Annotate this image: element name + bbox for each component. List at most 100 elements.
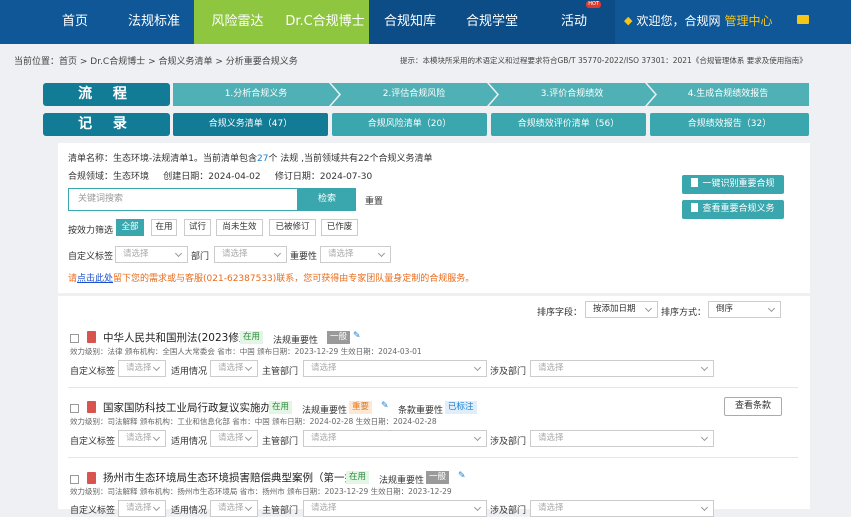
filter-revised[interactable]: 已被修订 <box>269 219 316 236</box>
filter-trial[interactable]: 试行 <box>184 219 211 236</box>
top-nav: 首页 法规标准 风险雷达 Dr.C合规博士 合规知库 合规学堂 活动 HOT ◆… <box>0 0 851 44</box>
list-info-prefix: 清单名称：生态环境-法规清单1。当前清单包含 <box>68 154 257 164</box>
step-analyze[interactable]: 1.分析合规义务 <box>173 83 339 106</box>
edit-icon[interactable]: ✎ <box>458 472 466 481</box>
nav-regulations[interactable]: 法规标准 <box>114 0 194 44</box>
row-title[interactable]: 国家国防科技工业局行政复议实施办法 <box>103 400 282 415</box>
row-tag-label: 自定义标签 <box>70 437 116 447</box>
clause-importance-badge: 已标注 <box>445 401 477 414</box>
records-label: 记 录 <box>43 113 170 136</box>
nav-risk-radar[interactable]: 风险雷达 <box>194 0 281 44</box>
row-related-dept-label: 涉及部门 <box>490 506 527 516</box>
row-meta: 效力级别：司法解释 颁布机构：扬州市生态环境局 省市：扬州市 颁布日期：2023… <box>70 487 452 496</box>
dept-label: 部门 <box>191 252 210 262</box>
list-info: 清单名称：生态环境-法规清单1。当前清单包含27个 法规 ,当前领域共有22个合… <box>68 151 432 164</box>
row-tag-label: 自定义标签 <box>70 367 116 377</box>
row-related-dept-select[interactable]: 请选择 <box>530 360 714 377</box>
row-situation-select[interactable]: 请选择 <box>210 430 258 447</box>
step-evaluate[interactable]: 3.评价合规绩效 <box>489 83 655 106</box>
list-info-suffix: 个 法规 ,当前领域共有22个合规义务清单 <box>268 154 433 164</box>
importance-badge: 一般 <box>426 471 450 484</box>
importance-select[interactable]: 请选择 <box>320 246 391 263</box>
view-important-duties-label: 查看重要合规义务 <box>702 204 775 214</box>
tab-evaluations[interactable]: 合规绩效评价清单（56） <box>491 113 646 136</box>
row-related-dept-select[interactable]: 请选择 <box>530 430 714 447</box>
document-icon <box>691 178 699 187</box>
sort-field-select[interactable]: 按添加日期 <box>585 301 658 318</box>
hot-badge: HOT <box>586 1 601 8</box>
list-count: 27 <box>256 154 269 164</box>
row-meta: 效力级别：司法解释 颁布机构：工业和信息化部 省市：中国 颁布日期：2024-0… <box>70 417 437 426</box>
row-main-dept-label: 主管部门 <box>262 437 299 447</box>
domain-info: 合规领域：生态环境 创建日期：2024-04-02 修订日期：2024-07-3… <box>68 172 373 182</box>
row-related-dept-label: 涉及部门 <box>490 437 527 447</box>
row-title[interactable]: 扬州市生态环境局生态环境损害赔偿典型案例（第一批） <box>103 470 366 485</box>
row-checkbox[interactable] <box>70 334 79 343</box>
status-badge: 在用 <box>269 401 293 414</box>
step-report[interactable]: 4.生成合规绩效报告 <box>647 83 809 106</box>
importance-label: 法规重要性 <box>302 406 348 416</box>
view-important-duties-button[interactable]: 查看重要合规义务 <box>682 200 784 219</box>
document-icon <box>87 401 96 413</box>
view-clauses-button[interactable]: 查看条款 <box>724 397 782 416</box>
tab-reports[interactable]: 合规绩效报告（32） <box>650 113 809 136</box>
tab-risks[interactable]: 合规风险清单（20） <box>332 113 487 136</box>
edit-icon[interactable]: ✎ <box>381 402 389 411</box>
row-checkbox[interactable] <box>70 404 79 413</box>
row-main-dept-select[interactable]: 请选择 <box>303 360 487 377</box>
identify-important-label: 一键识别重要合规 <box>702 179 775 189</box>
mail-icon[interactable] <box>797 15 809 24</box>
breadcrumb: 当前位置：首页 > Dr.C合规博士 > 合规义务清单 > 分析重要合规义务 <box>14 57 298 67</box>
custom-tag-label: 自定义标签 <box>68 252 114 262</box>
filter-label: 按效力筛选 <box>68 226 114 236</box>
filter-all[interactable]: 全部 <box>116 219 144 236</box>
row-situation-select[interactable]: 请选择 <box>210 360 258 377</box>
dept-select[interactable]: 请选择 <box>214 246 287 263</box>
nav-knowledge[interactable]: 合规知库 <box>369 0 451 44</box>
diamond-icon: ◆ <box>624 14 633 27</box>
clause-importance-label: 条款重要性 <box>398 406 444 416</box>
row-tag-select[interactable]: 请选择 <box>118 360 166 377</box>
row-main-dept-select[interactable]: 请选择 <box>303 430 487 447</box>
standard-hint: 提示：本模块所采用的术语定义和过程要求符合GB/T 35770-2022/ISO… <box>400 56 807 65</box>
notice-link[interactable]: 点击此处 <box>77 274 113 284</box>
divider <box>68 387 798 388</box>
filter-not-effective[interactable]: 尚未生效 <box>216 219 263 236</box>
nav-activity-label: 活动 <box>560 14 587 29</box>
identify-important-button[interactable]: 一键识别重要合规 <box>682 175 784 194</box>
process-label: 流 程 <box>43 83 170 106</box>
search-input[interactable]: 关键词搜索 <box>68 188 298 211</box>
row-tag-label: 自定义标签 <box>70 506 116 516</box>
search-button[interactable]: 检索 <box>298 188 356 211</box>
manage-center-link[interactable]: 管理中心 <box>724 12 772 29</box>
nav-academy[interactable]: 合规学堂 <box>451 0 533 44</box>
filter-active[interactable]: 在用 <box>151 219 177 236</box>
step-assess[interactable]: 2.评估合规风险 <box>331 83 497 106</box>
sort-mode-select[interactable]: 倒序 <box>708 301 781 318</box>
row-main-dept-label: 主管部门 <box>262 367 299 377</box>
service-notice: 请点击此处留下您的需求或与客服(021-62387533)联系，您可获得由专家团… <box>68 271 474 284</box>
row-checkbox[interactable] <box>70 475 79 484</box>
divider <box>68 457 798 458</box>
row-situation-label: 适用情况 <box>171 437 208 447</box>
notice-a: 请 <box>68 274 78 284</box>
sort-mode-label: 排序方式： <box>661 308 707 318</box>
nav-drc[interactable]: Dr.C合规博士 <box>281 0 369 44</box>
row-tag-select[interactable]: 请选择 <box>118 430 166 447</box>
importance-label: 法规重要性 <box>379 476 425 486</box>
row-main-dept-label: 主管部门 <box>262 506 299 516</box>
importance-badge: 重要 <box>349 401 373 414</box>
document-icon <box>87 331 96 343</box>
reset-button[interactable]: 重置 <box>365 194 383 207</box>
edit-icon[interactable]: ✎ <box>353 332 361 341</box>
tab-duties[interactable]: 合规义务清单（47） <box>173 113 328 136</box>
nav-activity[interactable]: 活动 HOT <box>533 0 615 44</box>
row-related-dept-label: 涉及部门 <box>490 367 527 377</box>
custom-tag-select[interactable]: 请选择 <box>115 246 188 263</box>
row-title[interactable]: 中华人民共和国刑法(2023修正) <box>103 330 253 345</box>
nav-home[interactable]: 首页 <box>46 0 104 44</box>
importance-label: 法规重要性 <box>273 336 319 346</box>
filter-abolished[interactable]: 已作废 <box>321 219 358 236</box>
welcome-text: 欢迎您，合规网 <box>636 14 721 28</box>
document-icon <box>691 203 699 212</box>
